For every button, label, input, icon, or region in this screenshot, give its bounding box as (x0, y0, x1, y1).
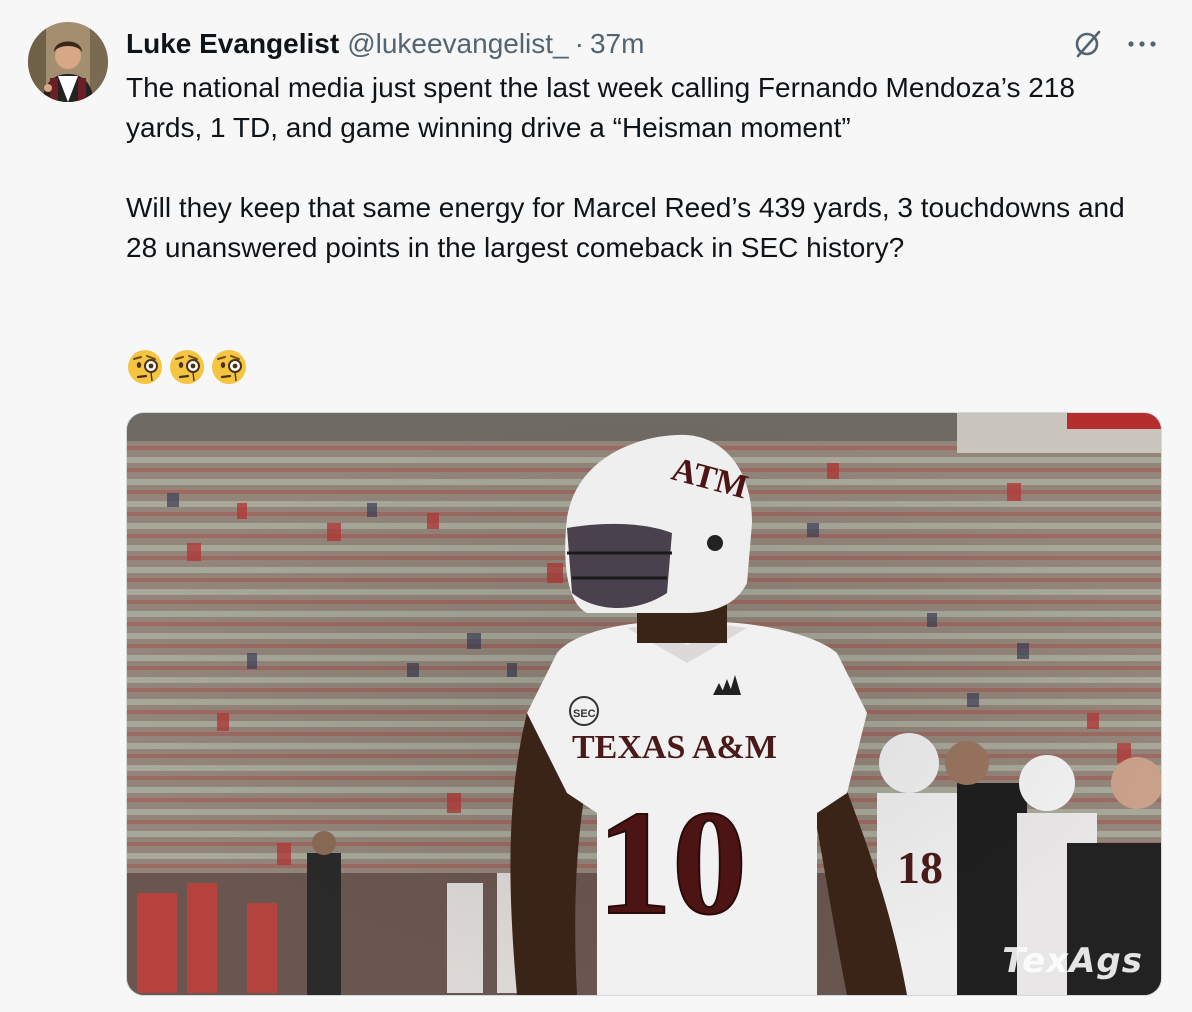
tweet-body: The national media just spent the last w… (126, 68, 1146, 268)
tweet-media-photo[interactable]: 18 TEXAS A&M 10 SEC ATM TexAgs (126, 412, 1162, 996)
tweet-paragraph-2: Will they keep that same energy for Marc… (126, 192, 1125, 263)
tweet-paragraph-1: The national media just spent the last w… (126, 72, 1075, 143)
jersey-number: 10 (597, 780, 747, 946)
more-dots-icon[interactable] (1122, 26, 1162, 62)
face-with-monocle-icon (128, 350, 162, 384)
emoji-row (126, 348, 248, 386)
face-with-monocle-icon (212, 350, 246, 384)
texags-watermark: TexAgs (1002, 941, 1143, 981)
tweet-timestamp[interactable]: 37m (590, 26, 644, 62)
grok-icon[interactable] (1070, 26, 1106, 62)
sec-patch: SEC (573, 708, 596, 720)
football-player-photo: 18 TEXAS A&M 10 SEC ATM (127, 413, 1161, 995)
header-separator: · (574, 28, 584, 59)
author-display-name[interactable]: Luke Evangelist (126, 26, 339, 62)
face-with-monocle-icon (170, 350, 204, 384)
author-handle[interactable]: @lukeevangelist_ (347, 26, 568, 62)
tweet-header: Luke Evangelist @lukeevangelist_ · 37m (126, 26, 1162, 62)
author-avatar[interactable] (28, 22, 108, 102)
jersey-text: TEXAS A&M (572, 729, 777, 766)
avatar-image (28, 22, 108, 102)
